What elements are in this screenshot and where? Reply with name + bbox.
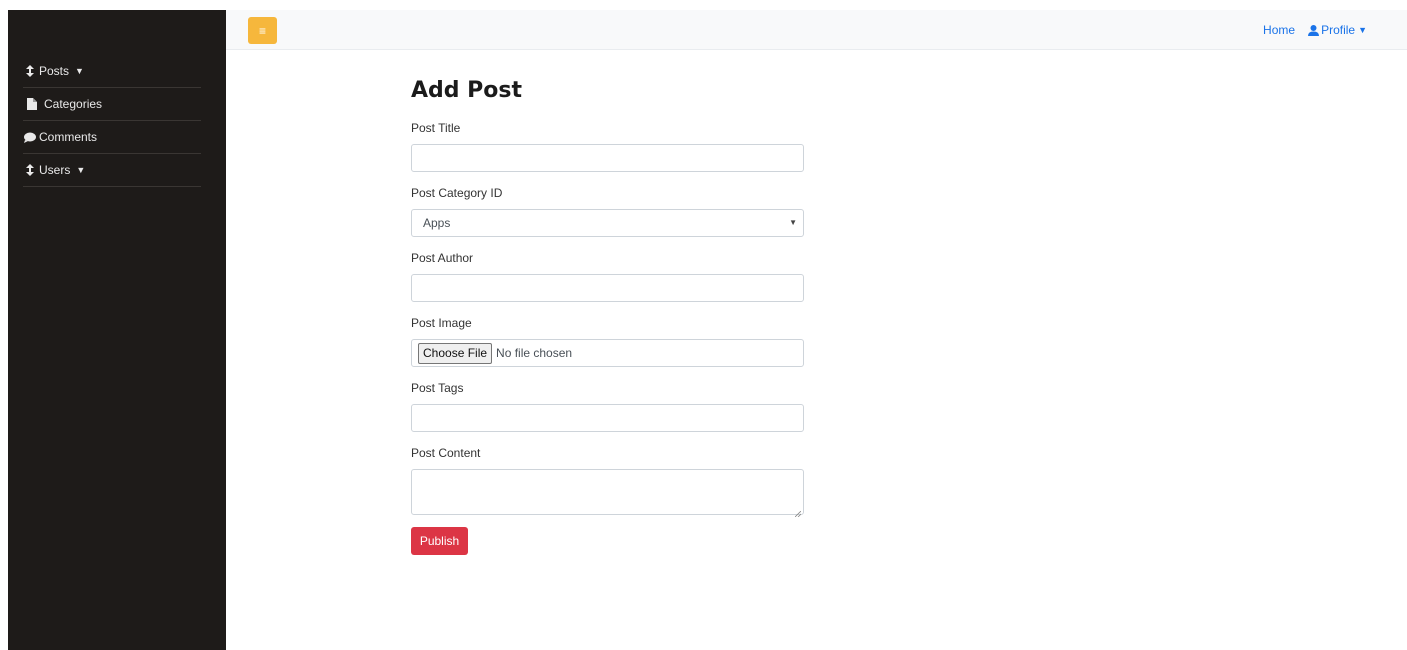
sort-icon: [23, 164, 36, 176]
navbar-links: Home Profile ▼: [1263, 23, 1367, 37]
file-status-text: No file chosen: [496, 346, 573, 360]
choose-file-button[interactable]: Choose File: [418, 342, 493, 364]
post-author-group: Post Author: [411, 251, 804, 302]
sidebar-item-comments[interactable]: Comments: [23, 121, 201, 154]
publish-button[interactable]: Publish: [411, 527, 468, 555]
user-icon: [1308, 24, 1320, 36]
sidebar-item-posts[interactable]: Posts ▼: [23, 55, 201, 88]
caret-down-icon: ▼: [76, 165, 86, 175]
sidebar-item-label: Users: [39, 163, 71, 177]
post-image-label: Post Image: [411, 316, 472, 330]
post-author-input[interactable]: [411, 274, 804, 302]
sort-icon: [23, 65, 36, 77]
post-content-label: Post Content: [411, 446, 481, 460]
caret-down-icon: ▼: [1358, 25, 1367, 35]
post-tags-label: Post Tags: [411, 381, 464, 395]
post-title-label: Post Title: [411, 121, 461, 135]
main-content: Add Post Post Title Post Category ID App…: [411, 78, 804, 555]
file-icon: [25, 98, 38, 110]
post-title-group: Post Title: [411, 121, 804, 172]
profile-label: Profile: [1321, 23, 1356, 37]
sidebar-toggle-button[interactable]: ≡: [248, 17, 277, 44]
page-title: Add Post: [411, 78, 523, 103]
top-navbar: ≡ Home Profile ▼: [226, 10, 1407, 50]
profile-dropdown[interactable]: Profile ▼: [1308, 23, 1367, 37]
post-title-input[interactable]: [411, 144, 804, 172]
sidebar-item-label: Comments: [39, 130, 98, 144]
sidebar-item-users[interactable]: Users ▼: [23, 154, 201, 187]
resize-handle-icon[interactable]: [794, 506, 802, 518]
post-content-textarea[interactable]: [411, 469, 804, 518]
menu-icon: ≡: [258, 23, 266, 38]
post-category-group: Post Category ID Apps ▼: [411, 186, 804, 237]
home-link[interactable]: Home: [1263, 23, 1295, 37]
app-root: Posts ▼ Categories Comments Users ▼ ≡ Ho…: [0, 0, 1407, 650]
post-image-group: Post Image Choose File No file chosen: [411, 316, 804, 367]
select-arrow-icon: ▼: [789, 218, 797, 227]
post-tags-group: Post Tags: [411, 381, 804, 432]
sidebar-item-categories[interactable]: Categories: [23, 88, 201, 121]
sidebar: Posts ▼ Categories Comments Users ▼: [8, 10, 226, 650]
post-category-select[interactable]: Apps ▼: [411, 209, 804, 237]
post-category-label: Post Category ID: [411, 186, 503, 200]
post-content-group: Post Content: [411, 446, 804, 518]
post-author-label: Post Author: [411, 251, 474, 265]
caret-down-icon: ▼: [75, 66, 84, 76]
post-tags-input[interactable]: [411, 404, 804, 432]
post-image-file-input[interactable]: Choose File No file chosen: [411, 339, 804, 367]
sidebar-menu: Posts ▼ Categories Comments Users ▼: [23, 55, 201, 187]
post-category-selected-value: Apps: [423, 216, 451, 230]
sidebar-item-label: Posts: [39, 64, 70, 78]
sidebar-item-label: Categories: [44, 97, 103, 111]
add-post-form: Post Title Post Category ID Apps ▼ Post …: [411, 121, 804, 555]
comment-icon: [23, 132, 36, 143]
